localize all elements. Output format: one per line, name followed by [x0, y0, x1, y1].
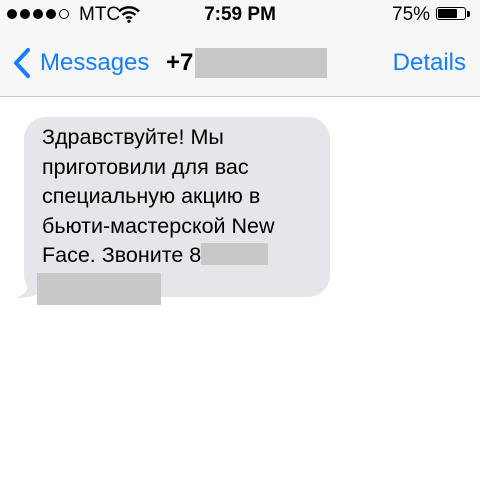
- battery-tip: [467, 11, 470, 17]
- message-text: Здравствуйте! Мы приготовили для вас спе…: [37, 123, 316, 305]
- redacted-phone-rest: [37, 272, 161, 305]
- navigation-bar: Messages +7 Details: [0, 30, 480, 97]
- chevron-left-icon: [14, 48, 30, 78]
- status-bar: МТС 7:59 PM 75%: [0, 0, 480, 30]
- message-line: приготовили для вас: [42, 154, 249, 179]
- message-line: Здравствуйте! Мы: [42, 125, 224, 149]
- message-line: специальную акцию в: [42, 184, 261, 208]
- contact-title[interactable]: +7: [166, 48, 328, 78]
- incoming-message-bubble[interactable]: Здравствуйте! Мы приготовили для вас спе…: [24, 117, 330, 305]
- battery-fill: [438, 9, 457, 18]
- redacted-phone-part: [201, 243, 269, 265]
- message-line: бьюти-мастерской New: [42, 213, 275, 238]
- back-button[interactable]: Messages: [12, 46, 149, 80]
- battery-percent: 75%: [392, 4, 431, 25]
- contact-number-prefix: +7: [166, 49, 194, 76]
- details-button[interactable]: Details: [393, 49, 466, 77]
- message-line-phone: Face. Звоните 8: [42, 241, 316, 271]
- battery-icon: [436, 7, 466, 20]
- message-line: Face. Звоните 8: [42, 243, 202, 267]
- back-button-label: Messages: [40, 49, 150, 76]
- redacted-phone-number: [195, 48, 328, 78]
